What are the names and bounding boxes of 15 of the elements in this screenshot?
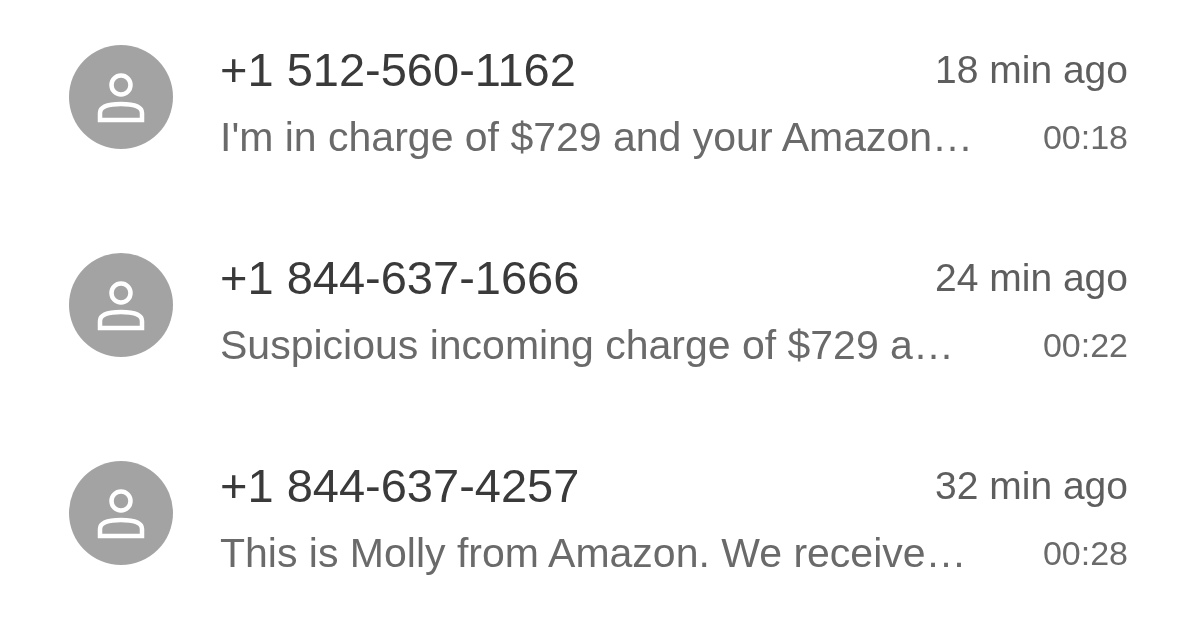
call-time: 18 min ago bbox=[935, 47, 1128, 93]
caller-number: +1 512-560-1162 bbox=[220, 44, 576, 96]
person-avatar-icon bbox=[69, 45, 173, 149]
call-duration: 00:28 bbox=[1042, 533, 1128, 574]
call-time: 24 min ago bbox=[935, 255, 1128, 301]
caller-number: +1 844-637-1666 bbox=[220, 252, 580, 304]
person-avatar-icon bbox=[69, 461, 173, 565]
call-duration: 00:22 bbox=[1042, 325, 1128, 366]
caller-number: +1 844-637-4257 bbox=[220, 460, 580, 512]
call-duration: 00:18 bbox=[1042, 117, 1128, 158]
person-avatar-icon bbox=[69, 253, 173, 357]
transcript-preview: This is Molly from Amazon. We receive… bbox=[220, 530, 967, 576]
call-time: 32 min ago bbox=[935, 463, 1128, 509]
transcript-preview: I'm in charge of $729 and your Amazon… bbox=[220, 114, 974, 160]
transcript-preview: Suspicious incoming charge of $729 a… bbox=[220, 322, 954, 368]
